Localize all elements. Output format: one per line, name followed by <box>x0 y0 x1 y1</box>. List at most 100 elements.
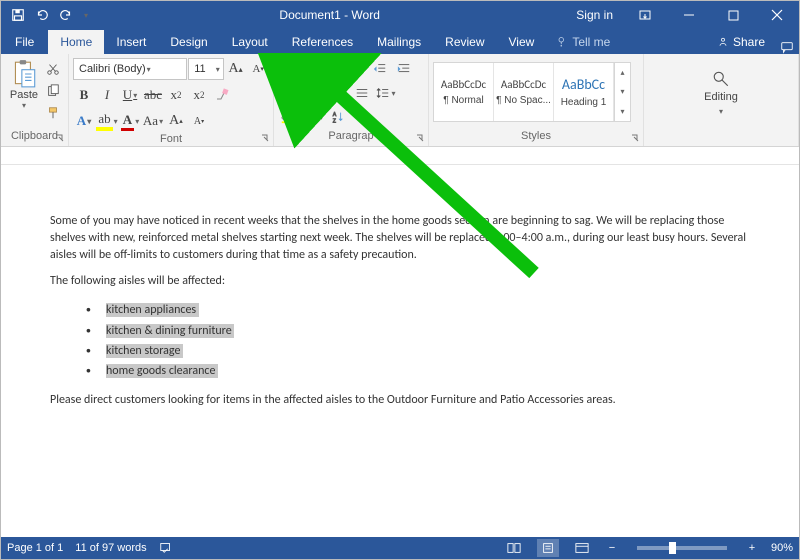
paragraph-text: Please direct customers looking for item… <box>50 392 750 409</box>
styles-launcher-icon[interactable] <box>629 133 641 145</box>
shrink-font-icon[interactable]: A▾ <box>247 58 269 80</box>
line-spacing-icon[interactable]: ▾ <box>374 82 398 104</box>
font-size-combo[interactable]: 11▾ <box>188 58 224 80</box>
bold-button[interactable]: B <box>73 84 95 106</box>
clear-formatting-icon[interactable] <box>211 84 233 106</box>
status-bar: Page 1 of 1 11 of 97 words − + 90% <box>1 537 799 559</box>
tab-mailings[interactable]: Mailings <box>365 30 433 54</box>
format-painter-icon[interactable] <box>43 103 63 123</box>
group-editing: Editing ▾ <box>644 54 799 146</box>
document-area[interactable]: Some of you may have noticed in recent w… <box>1 165 799 531</box>
svg-text:A: A <box>333 112 337 118</box>
highlight-icon[interactable]: ab▾ <box>96 110 118 132</box>
style-gallery[interactable]: AaBbCcDc¶ Normal AaBbCcDc¶ No Spac... Aa… <box>433 62 631 122</box>
redo-icon[interactable] <box>55 4 77 26</box>
strikethrough-button[interactable]: abc <box>142 84 164 106</box>
numbering-button[interactable]: 123▾ <box>308 58 338 80</box>
comments-icon[interactable] <box>775 40 799 54</box>
underline-button[interactable]: U▾ <box>119 84 141 106</box>
paragraph-text: The following aisles will be affected: <box>50 273 750 290</box>
justify-icon[interactable] <box>350 82 374 104</box>
decrease-indent-icon[interactable] <box>368 58 392 80</box>
clipboard-launcher-icon[interactable] <box>54 133 66 145</box>
align-center-icon[interactable] <box>302 82 326 104</box>
italic-button[interactable]: I <box>96 84 118 106</box>
style-heading1[interactable]: AaBbCcHeading 1 <box>554 63 614 121</box>
tab-review[interactable]: Review <box>433 30 496 54</box>
close-icon[interactable] <box>755 1 799 29</box>
tell-me-search[interactable]: Tell me <box>546 30 620 54</box>
zoom-out-icon[interactable]: − <box>605 542 619 554</box>
clipboard-icon <box>10 59 38 89</box>
sign-in-link[interactable]: Sign in <box>566 8 623 22</box>
svg-text:3: 3 <box>314 70 317 75</box>
show-hide-icon[interactable]: ¶ <box>350 106 374 128</box>
borders-icon[interactable]: ▾ <box>302 106 326 128</box>
text-effects-icon[interactable]: A▾ <box>73 110 95 132</box>
group-clipboard: Paste ▾ Clipboard <box>1 54 69 146</box>
align-left-icon[interactable] <box>278 82 302 104</box>
sort-icon[interactable]: AZ <box>326 106 350 128</box>
group-paragraph: ▾ 123▾ ▾ ▾ ▾ ▾ AZ ¶ Paragrap <box>274 54 429 146</box>
ribbon: Paste ▾ Clipboard Calibri (Body)▾ 11▾ A▴… <box>1 54 799 147</box>
font-name-combo[interactable]: Calibri (Body)▾ <box>73 58 187 80</box>
cut-icon[interactable] <box>43 59 63 79</box>
zoom-level[interactable]: 90% <box>771 542 793 554</box>
qat-dropdown-icon[interactable]: ▾ <box>79 4 93 26</box>
change-case-icon[interactable]: Aa▾ <box>142 110 164 132</box>
scroll-down-icon[interactable]: ▾ <box>615 82 630 101</box>
minimize-icon[interactable] <box>667 1 711 29</box>
paragraph-launcher-icon[interactable] <box>414 133 426 145</box>
paste-button[interactable]: Paste ▾ <box>5 57 43 110</box>
title-bar: ▾ Document1 - Word Sign in <box>1 1 799 29</box>
tab-insert[interactable]: Insert <box>104 30 158 54</box>
maximize-icon[interactable] <box>711 1 755 29</box>
tab-layout[interactable]: Layout <box>220 30 280 54</box>
tab-view[interactable]: View <box>497 30 547 54</box>
superscript-button[interactable]: x2 <box>188 84 210 106</box>
tab-home[interactable]: Home <box>48 30 104 54</box>
bullet-list: kitchen appliances kitchen & dining furn… <box>86 300 750 382</box>
ribbon-tabs: File Home Insert Design Layout Reference… <box>1 29 799 54</box>
bullets-button[interactable]: ▾ <box>278 58 308 80</box>
increase-indent-icon[interactable] <box>392 58 416 80</box>
window-title: Document1 - Word <box>93 8 566 22</box>
save-icon[interactable] <box>7 4 29 26</box>
grow-font2-icon[interactable]: A▴ <box>165 110 187 132</box>
share-button[interactable]: Share <box>707 30 775 54</box>
font-launcher-icon[interactable] <box>259 133 271 145</box>
style-normal[interactable]: AaBbCcDc¶ Normal <box>434 63 494 121</box>
undo-icon[interactable] <box>31 4 53 26</box>
tab-file[interactable]: File <box>1 30 48 54</box>
group-styles: AaBbCcDc¶ Normal AaBbCcDc¶ No Spac... Aa… <box>429 54 644 146</box>
scroll-up-icon[interactable]: ▴ <box>615 63 630 82</box>
zoom-in-icon[interactable]: + <box>745 542 759 554</box>
align-right-icon[interactable] <box>326 82 350 104</box>
styles-label: Styles <box>521 130 551 142</box>
read-mode-icon[interactable] <box>503 539 525 557</box>
tab-references[interactable]: References <box>280 30 365 54</box>
tab-design[interactable]: Design <box>158 30 219 54</box>
shading-icon[interactable]: ▾ <box>278 106 302 128</box>
shrink-font2-icon[interactable]: A▾ <box>188 110 210 132</box>
spellcheck-icon[interactable] <box>159 540 173 557</box>
grow-font-icon[interactable]: A▴ <box>225 58 247 80</box>
font-label: Font <box>160 133 182 145</box>
subscript-button[interactable]: x2 <box>165 84 187 106</box>
expand-icon[interactable]: ▾ <box>615 102 630 121</box>
editing-dropdown[interactable]: Editing ▾ <box>704 70 738 117</box>
page: Some of you may have noticed in recent w… <box>50 175 750 531</box>
page-indicator[interactable]: Page 1 of 1 <box>7 542 63 554</box>
ruler[interactable] <box>1 147 799 165</box>
font-color-icon[interactable]: A▾ <box>119 110 141 132</box>
web-layout-icon[interactable] <box>571 539 593 557</box>
zoom-slider[interactable] <box>637 546 727 550</box>
paragraph-text: Some of you may have noticed in recent w… <box>50 213 750 263</box>
word-count[interactable]: 11 of 97 words <box>75 542 146 554</box>
style-gallery-more[interactable]: ▴▾▾ <box>614 63 630 121</box>
copy-icon[interactable] <box>43 81 63 101</box>
print-layout-icon[interactable] <box>537 539 559 557</box>
style-no-spacing[interactable]: AaBbCcDc¶ No Spac... <box>494 63 554 121</box>
multilevel-list-button[interactable]: ▾ <box>338 58 368 80</box>
ribbon-display-icon[interactable] <box>623 1 667 29</box>
